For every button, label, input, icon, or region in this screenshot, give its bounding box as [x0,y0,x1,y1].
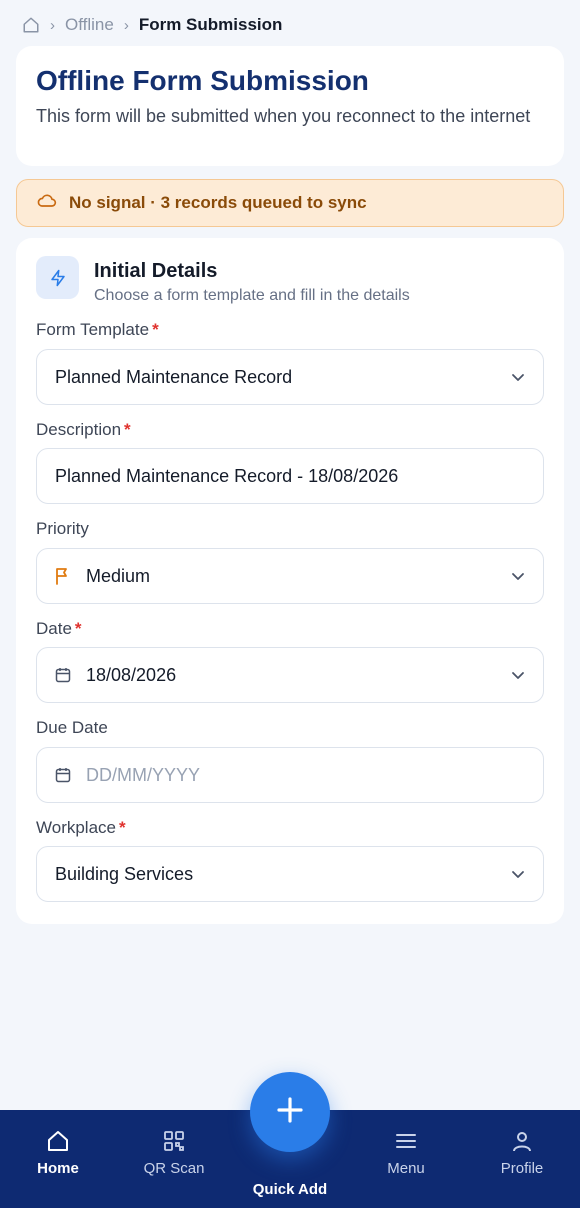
user-icon [477,1128,567,1154]
date-value: 18/08/2026 [86,664,177,685]
page-subtitle: This form will be submitted when you rec… [36,106,531,126]
chevron-down-icon [511,373,525,382]
nav-profile-label: Profile [500,1160,544,1177]
page-title: Offline Form Submission [36,65,369,96]
description-input[interactable]: Planned Maintenance Record - 18/08/2026 [36,448,544,504]
due-date-picker[interactable]: DD/MM/YYYY [36,747,544,803]
header-card: Offline Form Submission This form will b… [16,46,564,166]
due-date-label: Due Date [36,718,108,738]
date-label: Date * [36,619,82,639]
calendar-icon [55,667,75,683]
form-card: Initial Details Choose a form template a… [16,238,564,924]
nav-profile[interactable]: Profile [477,1128,567,1177]
cloud-off-icon [37,193,57,214]
calendar-icon [55,767,75,783]
due-date-placeholder: DD/MM/YYYY [86,764,201,785]
chevron-right-icon: › [50,16,55,34]
workplace-select[interactable]: Building Services [36,846,544,902]
date-label-text: Date [36,619,72,638]
section-subtitle: Choose a form template and fill in the d… [94,287,410,304]
home-icon [13,1128,103,1154]
nav-menu[interactable]: Menu [361,1128,451,1177]
nav-qr-scan-label: QR Scan [143,1160,205,1177]
required-marker: * [152,320,159,339]
form-template-label-text: Form Template [36,320,150,339]
menu-icon [361,1128,451,1154]
section-header: Initial Details Choose a form template a… [36,256,544,306]
banner-text: No signal · 3 records queued to sync [69,193,367,212]
breadcrumb: › Offline › Form Submission [22,14,282,36]
breadcrumb-offline[interactable]: Offline [65,15,114,35]
priority-value: Medium [86,565,151,586]
priority-label: Priority [36,519,89,539]
chevron-down-icon [511,671,525,680]
qr-code-icon [129,1128,219,1154]
form-template-select[interactable]: Planned Maintenance Record [36,349,544,405]
nav-menu-label: Menu [387,1160,425,1177]
breadcrumb-current: Form Submission [138,15,283,34]
lightning-icon [36,256,79,299]
nav-qr-scan[interactable]: QR Scan [129,1128,219,1177]
quick-add-button[interactable] [250,1072,330,1152]
description-label: Description * [36,420,131,440]
flag-icon [55,567,75,585]
form-template-label: Form Template * [36,320,159,340]
workplace-label: Workplace * [36,818,126,838]
description-value: Planned Maintenance Record - 18/08/2026 [55,465,399,486]
nav-quick-add-label[interactable]: Quick Add [245,1181,335,1198]
due-date-label-text: Due Date [36,718,108,737]
workplace-value: Building Services [55,863,194,884]
form-template-value: Planned Maintenance Record [55,366,293,387]
chevron-right-icon: › [123,16,129,34]
priority-label-text: Priority [36,519,89,538]
required-marker: * [74,619,82,638]
nav-home-label: Home [37,1160,79,1177]
priority-select[interactable]: Medium [36,548,544,604]
description-label-text: Description [36,420,122,439]
offline-status-banner: No signal · 3 records queued to sync [16,179,564,227]
chevron-down-icon [511,870,525,879]
workplace-label-text: Workplace [36,818,116,837]
home-icon[interactable] [22,16,40,34]
section-title: Initial Details [94,260,218,282]
required-marker: * [119,818,126,837]
nav-home[interactable]: Home [13,1128,103,1177]
plus-icon [276,1096,304,1129]
chevron-down-icon [511,572,525,581]
date-picker[interactable]: 18/08/2026 [36,647,544,703]
required-marker: * [124,420,131,439]
